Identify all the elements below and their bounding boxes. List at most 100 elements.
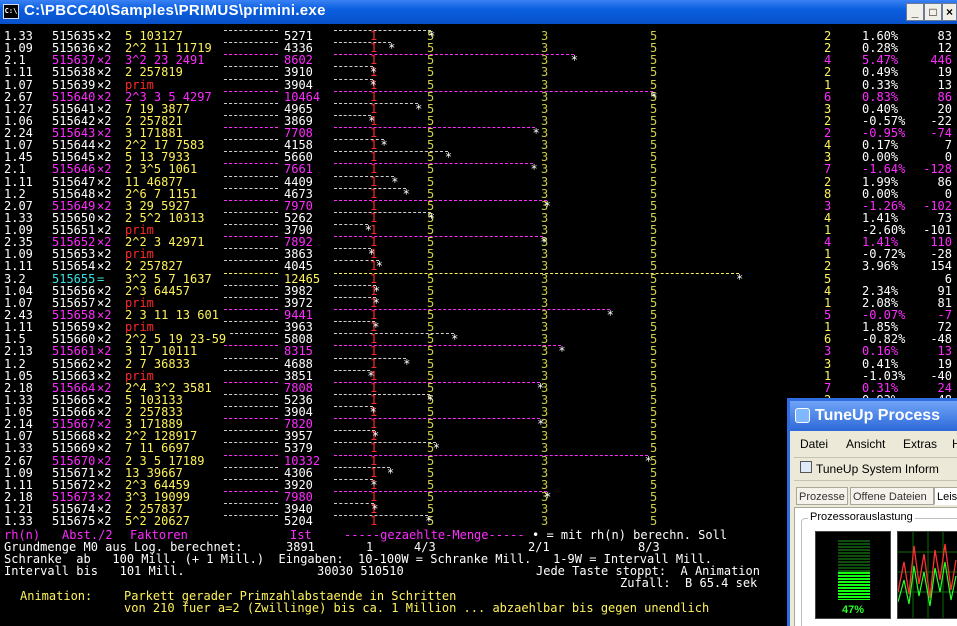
diff-value: 13 [937, 77, 952, 92]
ratio-value: 2.1 [4, 162, 26, 177]
count-bar [334, 175, 395, 177]
ratio-value: 1.11 [4, 259, 33, 274]
count-bar [334, 393, 430, 395]
title-bar[interactable]: C:\ C:\PBCC40\Samples\PRIMUS\primini.exe… [0, 0, 957, 24]
mark-1: 1 [370, 89, 378, 104]
dash-leader [224, 406, 278, 408]
minimize-button[interactable]: _ [906, 3, 924, 21]
menu-datei[interactable]: Datei [800, 437, 828, 451]
ratio-value: 2.18 [4, 380, 33, 395]
col-k: 2 [824, 65, 832, 80]
number-value: 515662 [52, 356, 96, 371]
soll-marker: * [403, 356, 411, 371]
operator: ×2 [97, 477, 112, 492]
mark-1: 1 [370, 514, 378, 529]
col-k: 7 [824, 380, 832, 395]
mark-2-1: 3 [541, 271, 549, 286]
dash-leader [224, 139, 278, 141]
col-k: 7 [824, 162, 832, 177]
mark-8-3: 5 [650, 174, 658, 189]
ist-value: 4306 [284, 465, 313, 480]
tab-offene-dateien[interactable]: Offene Dateien [850, 487, 934, 505]
factorization: 2^4 3^2 3581 [125, 380, 212, 395]
factorization: 2^3 3 5 4297 [125, 89, 212, 104]
percent-value: 0.33% [862, 77, 899, 92]
table-row: 1.27 515641 ×2 7 19 3877 4965 1 5 3 5 * 3 0.40% 20 [4, 101, 954, 116]
mark-8-3: 5 [650, 380, 658, 395]
system-info-button[interactable]: TuneUp System Inform [816, 462, 939, 476]
count-bar [334, 345, 562, 347]
factorization: 2^3 64457 [125, 283, 191, 298]
maximize-button[interactable]: □ [924, 3, 942, 21]
factorization: 11 46877 [125, 174, 183, 189]
mark-1: 1 [370, 380, 378, 395]
dash-leader [224, 90, 278, 92]
soll-marker: * [415, 101, 423, 116]
ist-value: 3851 [284, 368, 313, 383]
count-bar [334, 381, 540, 383]
count-bar [334, 333, 455, 335]
soll-marker: * [386, 465, 395, 480]
menu-help[interactable]: H [952, 437, 957, 451]
window-title: C:\PBCC40\Samples\PRIMUS\primini.exe [24, 2, 326, 19]
intervall-line: Intervall bis 101 Mill. [4, 564, 185, 579]
number-value: 515654 [52, 259, 96, 274]
diff-value: -128 [923, 162, 952, 177]
soll-marker: * [432, 441, 441, 456]
tab-leistung[interactable]: Leistu [934, 487, 957, 505]
dash-leader [224, 308, 278, 310]
factorization: 2^3 64459 [125, 477, 191, 492]
table-row: 1.11 515647 ×2 11 46877 4409 1 5 3 5 * 2 1.99% 86 [4, 174, 954, 189]
number-value: 515675 [52, 514, 96, 529]
count-bar [334, 515, 429, 517]
mark-4-3: 5 [427, 453, 435, 468]
tab-prozesse[interactable]: Prozesse [796, 487, 848, 505]
soll-marker: * [367, 368, 375, 383]
number-value: 515646 [52, 162, 96, 177]
percent-value: 0.00% [862, 186, 899, 201]
count-bar [334, 236, 544, 238]
table-row: 1.2 515648 ×2 2^6 7 1151 4673 1 5 3 5 * 8 0.00% 0 [4, 186, 954, 201]
number-value: 515647 [52, 174, 96, 189]
number-value: 515663 [52, 368, 96, 383]
soll-marker: * [644, 453, 652, 468]
tuneup-title-bar[interactable]: TuneUp Process [790, 401, 957, 431]
ist-value: 8315 [284, 344, 313, 359]
operator: ×2 [97, 186, 112, 201]
col-k: 6 [824, 89, 832, 104]
diff-value: 91 [937, 283, 952, 298]
ratio-value: 1.27 [4, 101, 33, 116]
menu-extras[interactable]: Extras [903, 437, 937, 451]
ratio-value: 1.09 [4, 465, 33, 480]
mark-2-1: 3 [541, 186, 549, 201]
menu-ansicht[interactable]: Ansicht [846, 437, 885, 451]
mark-2-1: 3 [541, 65, 549, 80]
number-value: 515664 [52, 380, 96, 395]
soll-marker: * [380, 138, 388, 153]
ratio-value: 3.2 [4, 271, 26, 286]
operator: ×2 [97, 101, 112, 116]
console-app-icon[interactable]: C:\ [3, 4, 19, 19]
ist-value: 5204 [284, 514, 313, 529]
tuneup-window[interactable]: TuneUp Process Datei Ansicht Extras H Tu… [787, 398, 957, 626]
mark-8-3: 5 [650, 441, 658, 456]
count-bar [334, 466, 390, 468]
mark-8-3: 5 [650, 101, 658, 116]
table-row: 1.11 515654 ×2 2 257827 4045 1 5 3 5 * 2 3.96% 154 [4, 260, 954, 272]
diff-value: 86 [937, 174, 952, 189]
dash-leader [224, 127, 278, 129]
magnifier-icon [800, 461, 812, 473]
mark-2-1: 3 [541, 174, 549, 189]
mark-2-1: 3 [541, 356, 549, 371]
soll-marker: * [388, 41, 396, 56]
dash-leader [224, 296, 278, 298]
dash-leader [224, 224, 278, 226]
ist-value: 12465 [284, 271, 321, 286]
mark-8-3: 5 [650, 259, 658, 274]
ratio-value: 2.07 [4, 198, 33, 213]
soll-marker: * [536, 380, 544, 395]
count-bar [334, 418, 541, 420]
percent-value: 0.31% [862, 380, 899, 395]
diff-value: -102 [923, 198, 952, 213]
close-button[interactable]: × [942, 3, 957, 21]
